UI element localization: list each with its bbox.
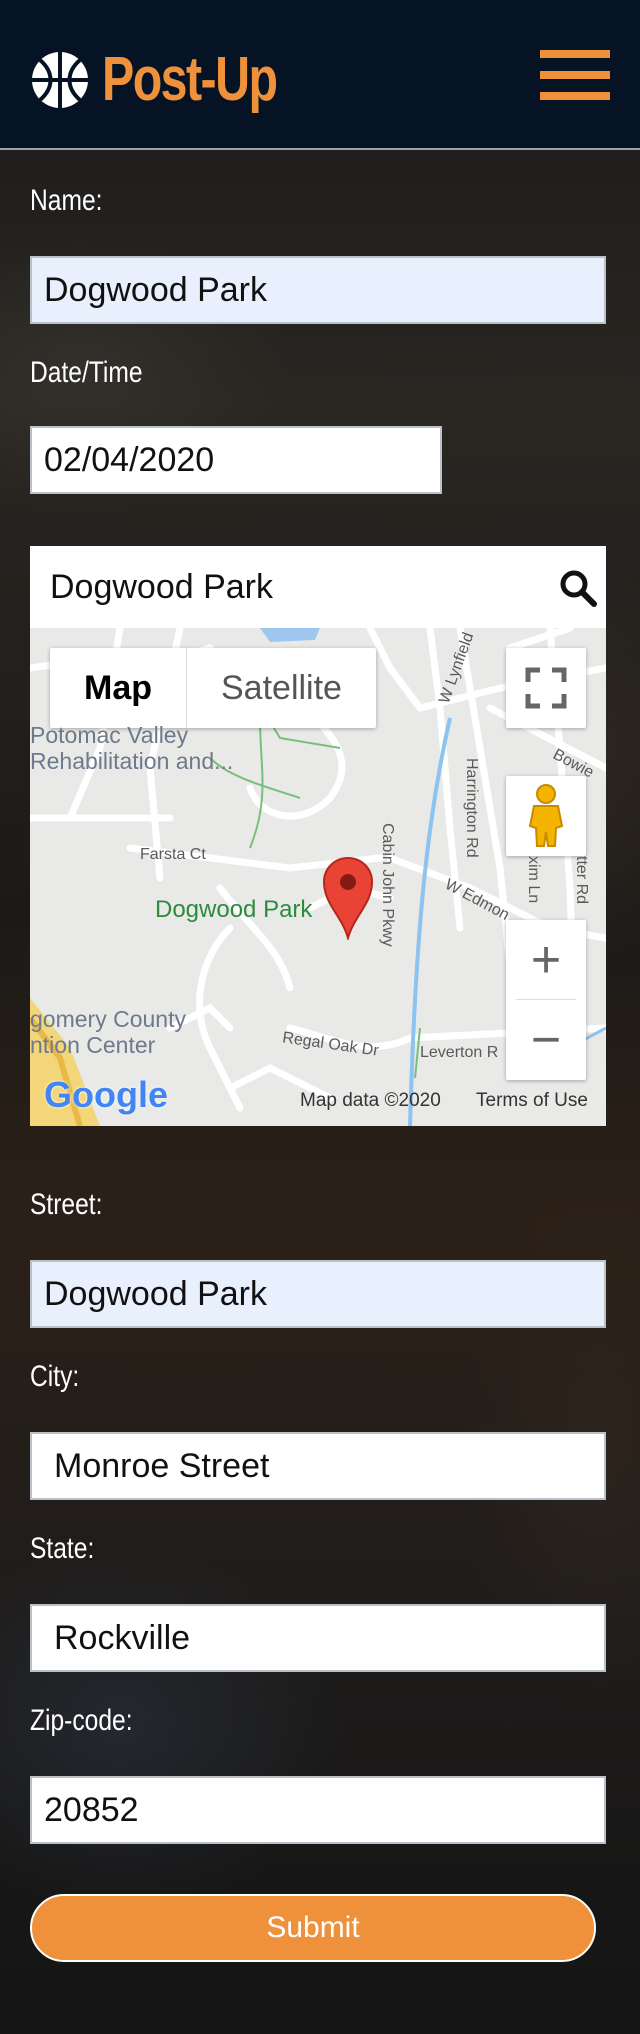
brand-logo[interactable]: Post-Up xyxy=(30,40,326,120)
hamburger-menu-icon[interactable] xyxy=(540,50,610,100)
terms-of-use-link[interactable]: Terms of Use xyxy=(476,1090,588,1112)
search-icon[interactable] xyxy=(558,568,598,608)
street-input[interactable] xyxy=(30,1260,606,1328)
map-street-label: Farsta Ct xyxy=(140,846,206,863)
app-header: Post-Up xyxy=(0,0,640,150)
map-canvas[interactable]: Map Satellite + − Dogwood Park Potomac V… xyxy=(30,628,606,1126)
map-type-control[interactable]: Map Satellite xyxy=(50,648,376,728)
brand-name: Post-Up xyxy=(102,45,278,114)
map-poi-label: Potomac Valley xyxy=(30,722,189,748)
street-view-pegman-icon[interactable] xyxy=(506,776,586,856)
state-label: State: xyxy=(30,1532,95,1565)
zoom-in-button[interactable]: + xyxy=(506,920,586,1000)
google-logo: Google xyxy=(44,1074,168,1115)
fullscreen-icon[interactable] xyxy=(506,648,586,728)
name-label: Name: xyxy=(30,184,103,217)
map-street-label: Harrington Rd xyxy=(463,758,480,858)
submit-button[interactable]: Submit xyxy=(30,1894,596,1962)
map-data-attribution: Map data ©2020 xyxy=(300,1090,441,1111)
map-poi-label: Rehabilitation and... xyxy=(30,748,234,774)
date-time-label: Date/Time xyxy=(30,356,143,389)
map-poi-label: ntion Center xyxy=(30,1032,156,1058)
map-street-label: xim Ln xyxy=(525,856,542,904)
zoom-control[interactable]: + − xyxy=(506,920,586,1080)
map-street-label: tter Rd xyxy=(573,856,590,905)
city-label: City: xyxy=(30,1360,80,1393)
street-label: Street: xyxy=(30,1188,103,1221)
zoom-out-button[interactable]: − xyxy=(506,1000,586,1080)
map-type-satellite-button[interactable]: Satellite xyxy=(187,648,376,728)
city-input[interactable] xyxy=(30,1432,606,1500)
basketball-icon xyxy=(32,52,88,108)
map-type-map-button[interactable]: Map xyxy=(50,648,187,728)
zip-code-input[interactable] xyxy=(30,1776,606,1844)
map-street-label: Leverton R xyxy=(420,1044,499,1061)
map-marker-label: Dogwood Park xyxy=(155,896,313,923)
map-search-input[interactable] xyxy=(30,546,606,628)
date-time-input[interactable] xyxy=(30,426,442,494)
map-poi-label: gomery County xyxy=(30,1006,186,1032)
zip-code-label: Zip-code: xyxy=(30,1704,133,1737)
name-input[interactable] xyxy=(30,256,606,324)
location-marker-icon[interactable] xyxy=(322,856,374,940)
state-input[interactable] xyxy=(30,1604,606,1672)
map-street-label: Cabin John Pkwy xyxy=(379,823,396,947)
map-widget[interactable]: Map Satellite + − Dog xyxy=(30,546,606,1126)
